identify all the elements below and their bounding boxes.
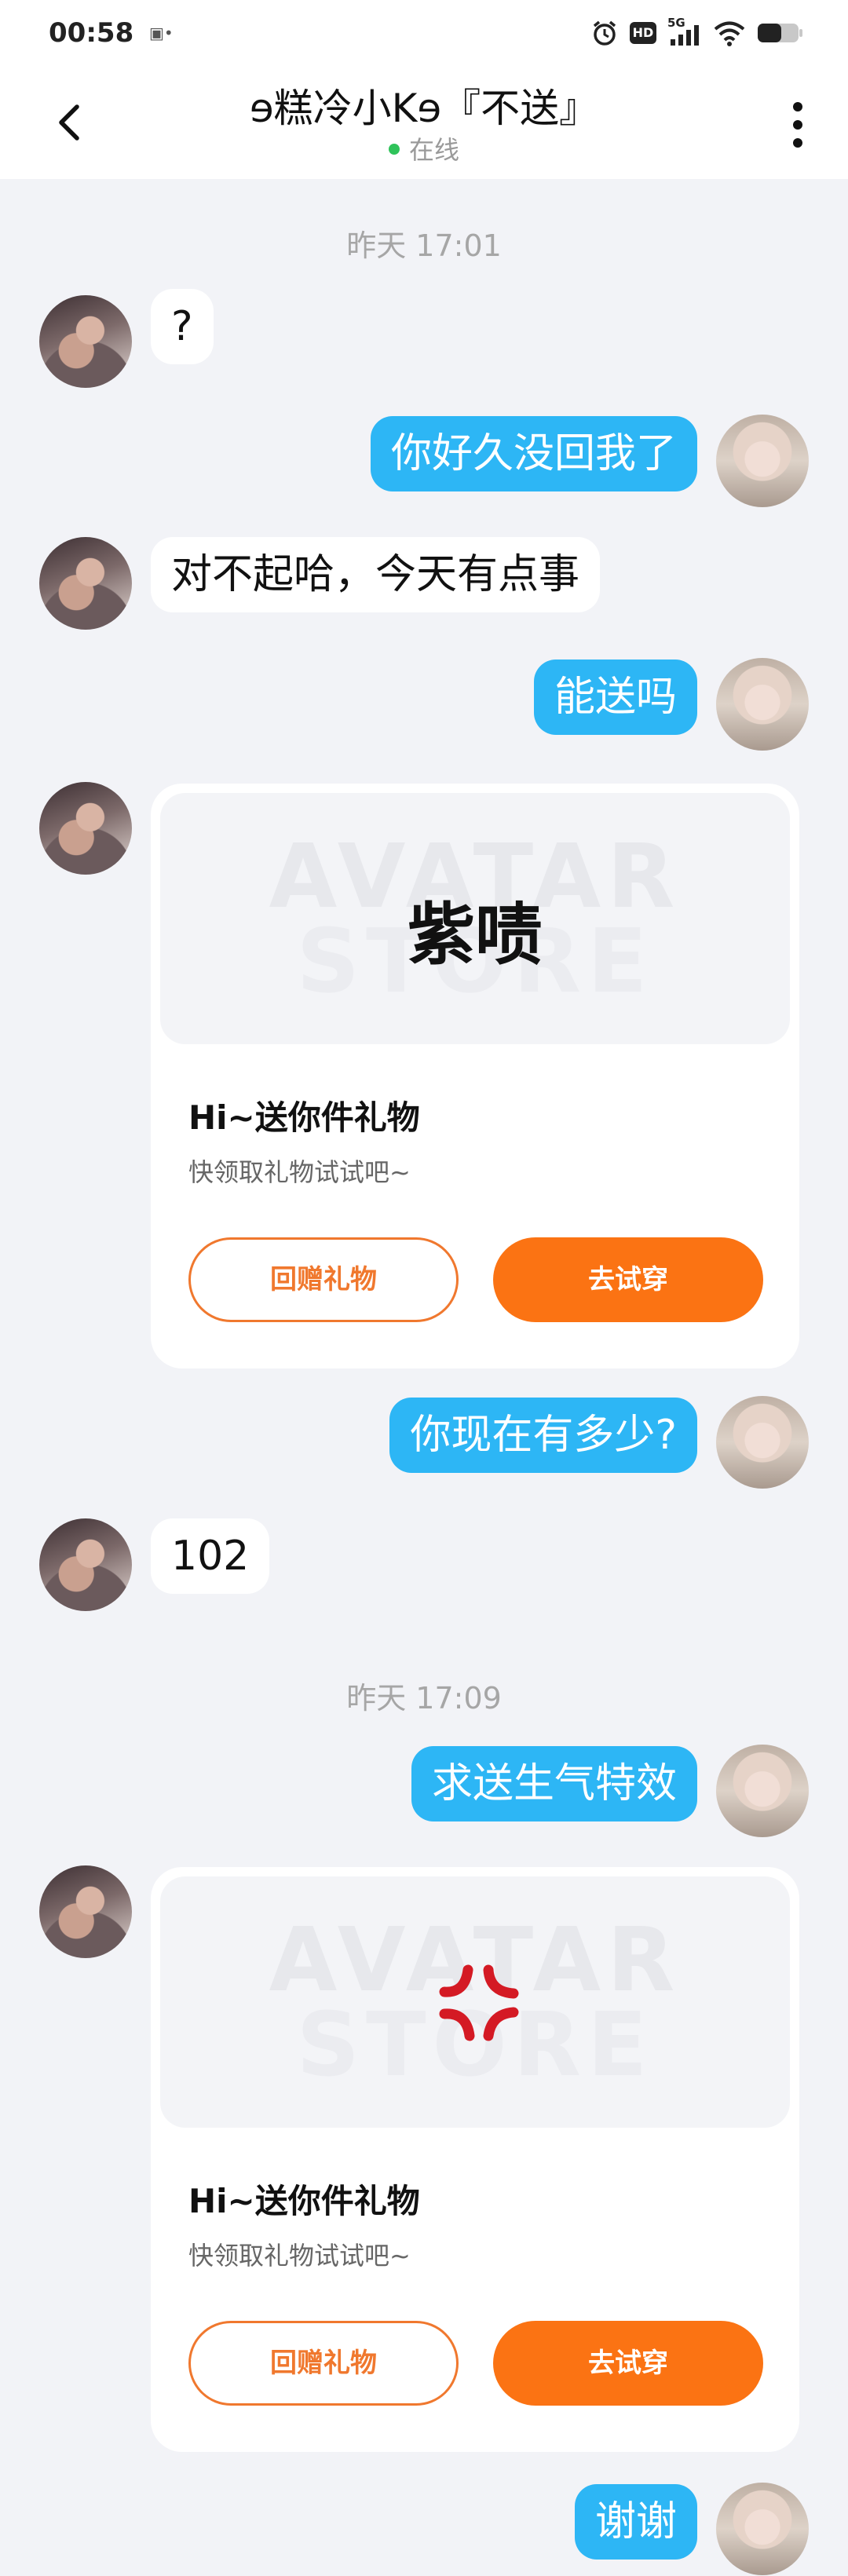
contact-avatar[interactable] bbox=[39, 537, 132, 630]
wifi-icon bbox=[714, 21, 745, 46]
my-avatar[interactable] bbox=[716, 1396, 809, 1489]
contact-avatar[interactable] bbox=[39, 1865, 132, 1958]
anger-symbol-icon bbox=[439, 1964, 519, 2041]
return-gift-button[interactable]: 回赠礼物 bbox=[188, 2321, 459, 2406]
message-bubble-outgoing[interactable]: 你好久没回我了 bbox=[370, 416, 697, 491]
more-options-icon[interactable] bbox=[782, 97, 813, 152]
alarm-icon bbox=[593, 20, 616, 46]
my-avatar[interactable] bbox=[716, 1745, 809, 1837]
contact-avatar[interactable] bbox=[39, 782, 132, 875]
contact-avatar[interactable] bbox=[39, 1518, 132, 1611]
timestamp: 昨天 17:01 bbox=[346, 228, 502, 263]
status-icons: HD 5G bbox=[590, 16, 804, 49]
status-time: 00:58 bbox=[49, 17, 134, 49]
message-bubble-outgoing[interactable]: 能送吗 bbox=[533, 660, 697, 735]
gift-title: Hi~送你件礼物 bbox=[188, 2182, 420, 2220]
my-avatar[interactable] bbox=[716, 658, 809, 751]
hd-icon: HD bbox=[630, 22, 656, 44]
online-dot-icon bbox=[388, 144, 400, 155]
gift-title: Hi~送你件礼物 bbox=[188, 1098, 420, 1137]
chat-header: ɘ糕冷小Kɘ『不送』 在线 bbox=[0, 69, 848, 179]
gift-banner: AVATAR STORE bbox=[160, 1876, 790, 2128]
chat-title: ɘ糕冷小Kɘ『不送』 bbox=[249, 86, 599, 131]
timestamp: 昨天 17:09 bbox=[346, 1681, 502, 1716]
try-on-button[interactable]: 去试穿 bbox=[493, 1237, 763, 1322]
message-bubble-incoming[interactable]: ? bbox=[151, 289, 214, 364]
my-avatar[interactable] bbox=[716, 415, 809, 507]
gift-banner: AVATAR STORE 紫啧 bbox=[160, 793, 790, 1044]
online-label: 在线 bbox=[408, 135, 459, 165]
gift-card[interactable]: AVATAR STORE Hi~送你件礼物 快领取礼物试试吧~ 回赠礼物 去试穿 bbox=[151, 1867, 799, 2452]
gift-subtitle: 快领取礼物试试吧~ bbox=[188, 2241, 411, 2271]
notification-icons: ▣• bbox=[149, 24, 174, 42]
try-on-button[interactable]: 去试穿 bbox=[493, 2321, 763, 2406]
gift-subtitle: 快领取礼物试试吧~ bbox=[188, 1157, 411, 1187]
contact-avatar[interactable] bbox=[39, 295, 132, 388]
message-bubble-outgoing[interactable]: 谢谢 bbox=[574, 2484, 697, 2560]
gift-card[interactable]: AVATAR STORE 紫啧 Hi~送你件礼物 快领取礼物试试吧~ 回赠礼物 … bbox=[151, 784, 799, 1368]
signal-icon: 5G bbox=[667, 16, 702, 47]
online-status: 在线 bbox=[0, 130, 848, 166]
gift-item-text: 紫啧 bbox=[408, 895, 543, 974]
return-gift-button[interactable]: 回赠礼物 bbox=[188, 1237, 459, 1322]
message-bubble-incoming[interactable]: 对不起哈，今天有点事 bbox=[151, 537, 601, 612]
message-bubble-outgoing[interactable]: 求送生气特效 bbox=[411, 1746, 697, 1821]
status-bar: 00:58 ▣• HD 5G bbox=[0, 0, 848, 69]
my-avatar[interactable] bbox=[716, 2483, 809, 2575]
battery-icon bbox=[758, 24, 802, 42]
message-bubble-incoming[interactable]: 102 bbox=[151, 1518, 270, 1594]
chat-message-list[interactable]: 昨天 17:01 ? 你好久没回我了 对不起哈，今天有点事 能送吗 AVATAR… bbox=[0, 179, 848, 2576]
message-bubble-outgoing[interactable]: 你现在有多少? bbox=[389, 1398, 697, 1473]
